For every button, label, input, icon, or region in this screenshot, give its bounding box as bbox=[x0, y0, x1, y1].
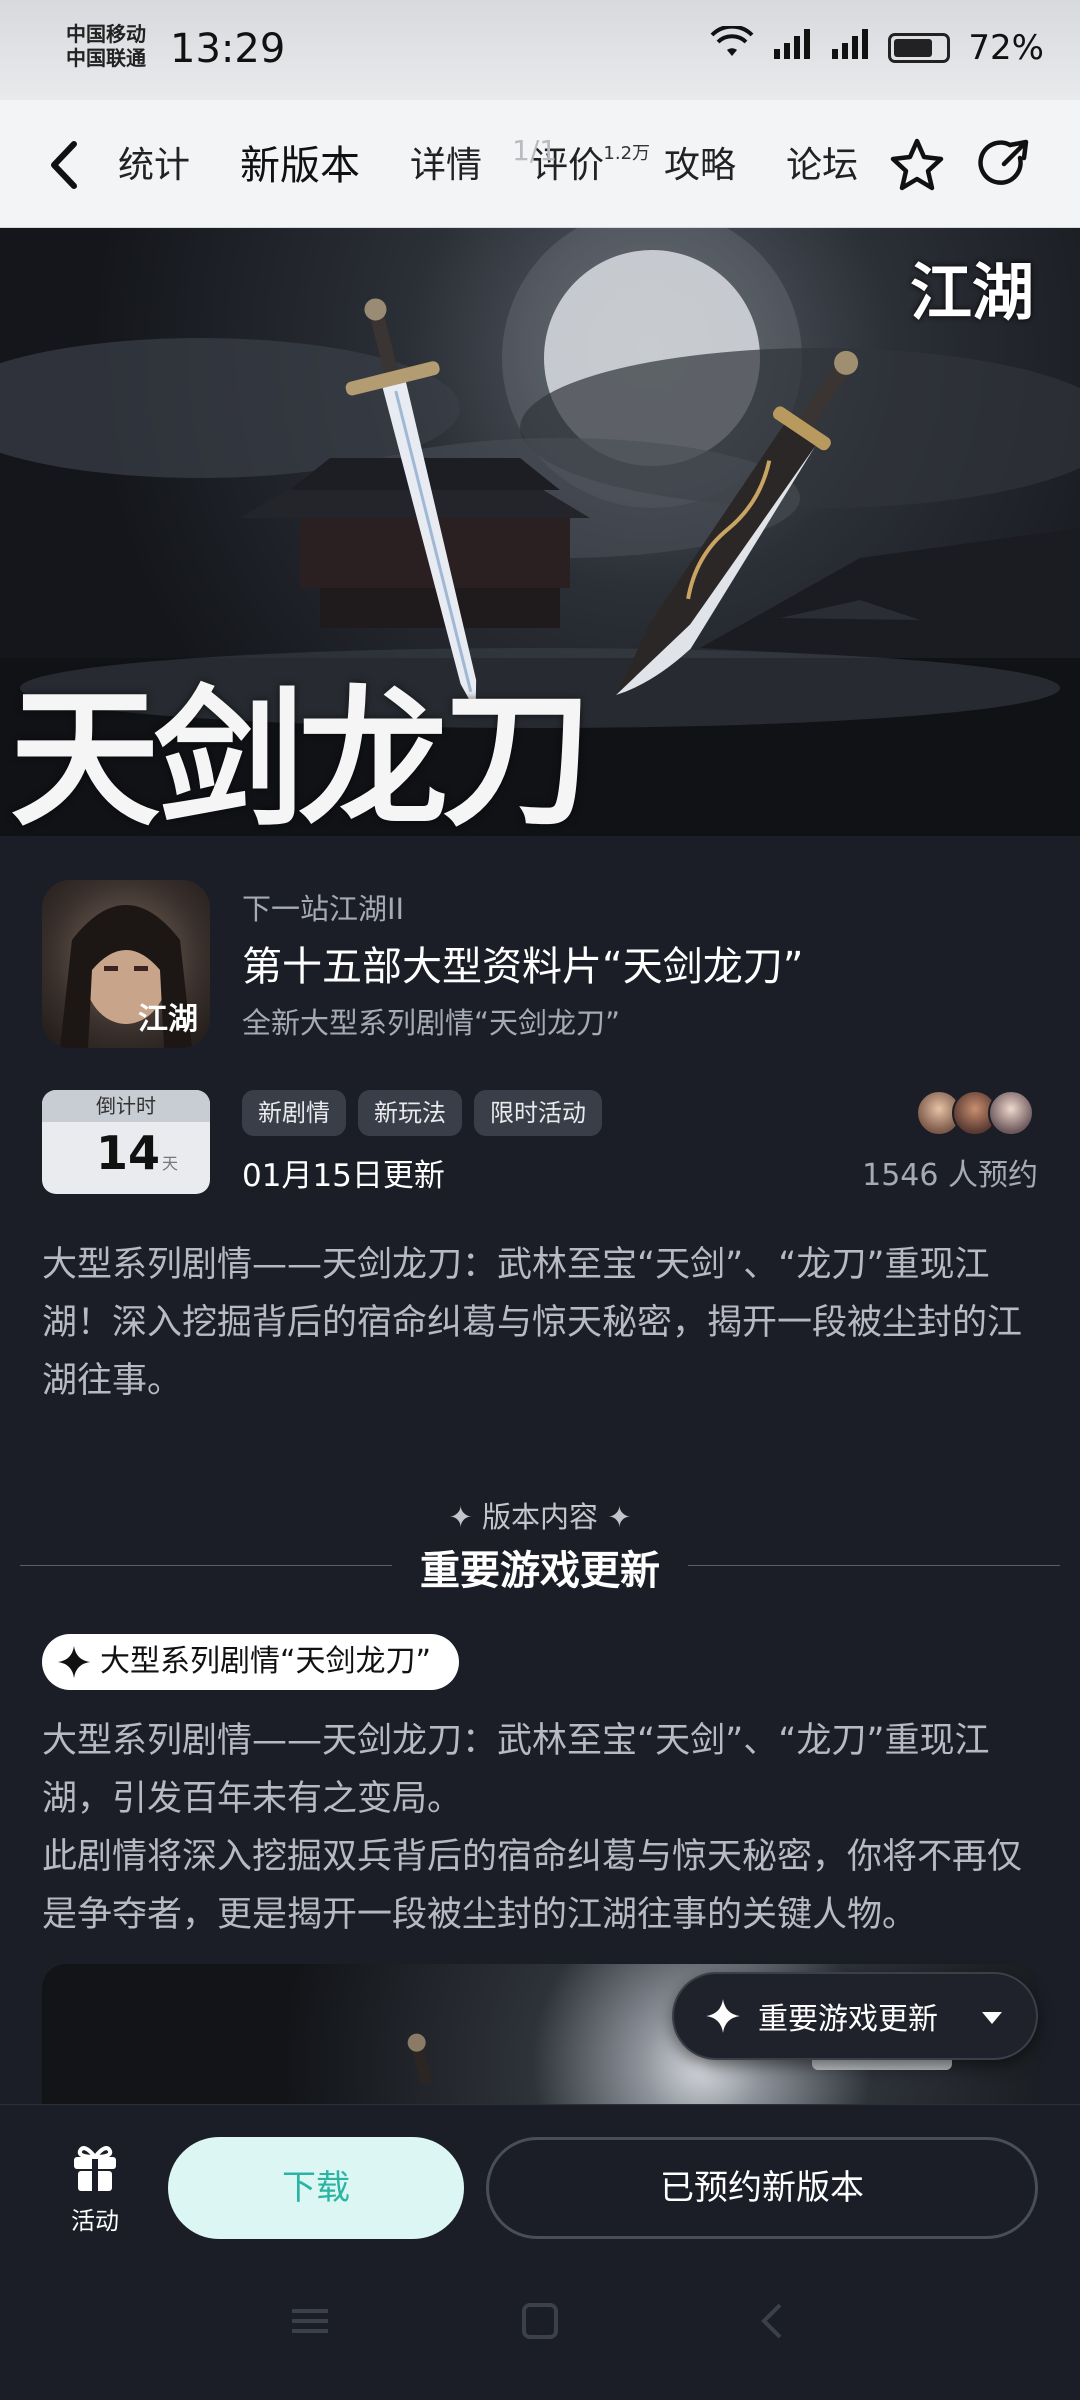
game-icon-logo: 江湖 bbox=[138, 1002, 198, 1037]
game-name[interactable]: 下一站江湖II bbox=[242, 886, 404, 928]
update-date: 01月15日更新 bbox=[242, 1158, 445, 1194]
version-intro: 大型系列剧情——天剑龙刀：武林至宝“天剑”、“龙刀”重现江湖！深入挖掘背后的宿命… bbox=[42, 1245, 1023, 1401]
sparkle-icon bbox=[58, 1646, 90, 1678]
game-app-icon[interactable]: 江湖 bbox=[42, 880, 210, 1048]
tab-label: 新版本 bbox=[240, 143, 361, 189]
carrier-1: 中国移动 bbox=[66, 22, 146, 46]
content-item-pill: 大型系列剧情“天剑龙刀” bbox=[42, 1634, 460, 1690]
tab-stats[interactable]: 统计 bbox=[118, 136, 190, 196]
home-icon[interactable] bbox=[520, 2301, 560, 2345]
tab-label: 详情 bbox=[410, 145, 483, 186]
reserver-avatars bbox=[916, 1090, 1040, 1136]
activity-button[interactable]: 活动 bbox=[50, 2141, 140, 2236]
tab-label: 论坛 bbox=[786, 145, 859, 186]
download-button[interactable]: 下载 bbox=[168, 2137, 464, 2239]
countdown-label: 倒计时 bbox=[42, 1090, 210, 1122]
favorite-button[interactable] bbox=[888, 136, 946, 194]
tab-details[interactable]: 详情 bbox=[410, 136, 482, 196]
tab-forum[interactable]: 论坛 bbox=[786, 136, 858, 196]
sparkle-icon: ✦ bbox=[448, 1500, 482, 1534]
wifi-icon bbox=[710, 24, 754, 69]
top-nav: 统计 新版本 详情 评价 1.2万 攻略 论坛 1/1 bbox=[0, 100, 1080, 228]
menu-icon[interactable] bbox=[290, 2301, 330, 2345]
share-icon bbox=[978, 139, 1029, 185]
hero-banner[interactable]: 江湖 天剑龙刀 bbox=[0, 228, 1080, 836]
tag-new-gameplay: 新玩法 bbox=[358, 1090, 462, 1136]
sparkle-icon bbox=[706, 1999, 740, 2033]
version-subtitle: 全新大型系列剧情“天剑龙刀” bbox=[242, 1006, 621, 1040]
avatar bbox=[988, 1090, 1034, 1136]
page-indicator: 1/1 bbox=[512, 134, 558, 167]
countdown-unit: 天 bbox=[162, 1154, 179, 1173]
system-nav-bar bbox=[0, 2301, 1080, 2361]
countdown-number: 14 bbox=[96, 1126, 161, 1180]
game-logo: 江湖 bbox=[910, 256, 1035, 329]
status-icons: 72% bbox=[710, 24, 1044, 69]
tab-new-version[interactable]: 新版本 bbox=[232, 136, 369, 200]
activity-label: 活动 bbox=[71, 2207, 119, 2235]
battery-level: 72% bbox=[968, 27, 1044, 68]
battery-icon bbox=[888, 32, 951, 63]
bottom-action-bar: 活动 下载 已预约新版本 bbox=[0, 2104, 1080, 2400]
tab-label: 攻略 bbox=[664, 145, 737, 186]
carrier-2: 中国联通 bbox=[66, 46, 146, 70]
carrier-labels: 中国移动 中国联通 bbox=[66, 22, 146, 70]
sparkle-icon: ✦ bbox=[598, 1500, 632, 1534]
star-icon bbox=[890, 138, 944, 191]
content-item-label: 大型系列剧情“天剑龙刀” bbox=[100, 1644, 432, 1679]
back-arrow-icon bbox=[51, 141, 77, 189]
tag-new-story: 新剧情 bbox=[242, 1090, 346, 1136]
section-jump-dropdown[interactable]: 重要游戏更新 bbox=[672, 1972, 1038, 2060]
tab-guides[interactable]: 攻略 bbox=[664, 136, 736, 196]
chevron-down-icon bbox=[982, 2012, 1002, 2024]
version-tags: 新剧情 新玩法 限时活动 bbox=[242, 1090, 602, 1136]
section-jump-label: 重要游戏更新 bbox=[758, 2002, 938, 2037]
tag-limited-event: 限时活动 bbox=[474, 1090, 602, 1136]
signal-icon-1 bbox=[772, 27, 812, 68]
tab-label: 统计 bbox=[118, 145, 191, 186]
content-paragraph-2: 此剧情将深入挖掘双兵背后的宿命纠葛与惊天秘密，你将不再仅是争夺者，更是揭开一段被… bbox=[42, 1837, 1023, 1935]
back-button[interactable] bbox=[44, 130, 94, 200]
share-button[interactable] bbox=[974, 136, 1032, 194]
gift-icon bbox=[74, 2146, 116, 2191]
system-back-icon[interactable] bbox=[752, 2301, 792, 2345]
hero-title: 天剑龙刀 bbox=[10, 671, 592, 836]
reserve-count: 1546 人预约 bbox=[862, 1158, 1038, 1193]
section-subtitle: ✦ 版本内容 ✦ bbox=[0, 1494, 1080, 1536]
version-title: 第十五部大型资料片“天剑龙刀” bbox=[242, 944, 804, 990]
section-title: 重要游戏更新 bbox=[420, 1548, 660, 1594]
signal-icon-2 bbox=[830, 27, 870, 68]
content-paragraph-1: 大型系列剧情——天剑龙刀：武林至宝“天剑”、“龙刀”重现江湖，引发百年未有之变局… bbox=[42, 1721, 990, 1819]
clock: 13:29 bbox=[170, 26, 286, 72]
review-count-badge: 1.2万 bbox=[603, 143, 651, 164]
status-bar: 中国移动 中国联通 13:29 72% bbox=[0, 0, 1080, 100]
reserved-version-button[interactable]: 已预约新版本 bbox=[486, 2137, 1038, 2239]
section-subtitle-text: 版本内容 bbox=[481, 1500, 598, 1534]
countdown-card: 倒计时 14 天 bbox=[42, 1090, 210, 1194]
